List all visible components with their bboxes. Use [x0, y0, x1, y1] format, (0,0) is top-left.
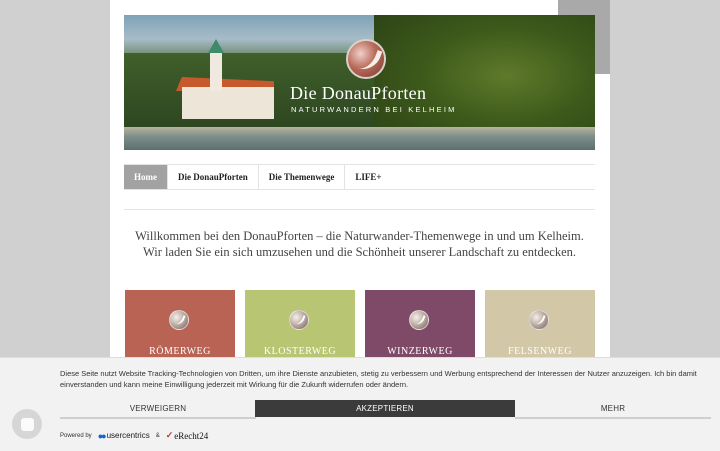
erecht-check-icon: ✓ [165, 430, 174, 440]
tile-label: WINZERWEG [387, 346, 453, 357]
welcome-line-2: Wir laden Sie ein sich umzusehen und die… [142, 244, 577, 259]
tile-label: RÖMERWEG [149, 346, 211, 357]
tower-spire [208, 39, 224, 53]
header-banner[interactable]: Die DonauPforten NATURWANDERN BEI KELHEI… [124, 15, 595, 150]
trail-logo-icon [409, 310, 429, 330]
donaupforten-logo-icon[interactable] [346, 39, 386, 79]
usercentrics-logo[interactable]: ●● usercentrics [98, 431, 150, 441]
welcome-line-1: Willkommen bei den DonauPforten – die Na… [135, 229, 584, 243]
trail-logo-icon [289, 310, 309, 330]
river [124, 127, 595, 150]
site-subtitle: NATURWANDERN BEI KELHEIM [291, 105, 457, 114]
erecht24-logo[interactable]: ✓ eRecht24 [166, 430, 209, 441]
deny-button[interactable]: VERWEIGERN [60, 400, 256, 419]
nav-item-life-plus[interactable]: LIFE+ [345, 165, 391, 189]
tile-label: FELSENWEG [508, 346, 572, 357]
erecht24-label: eRecht24 [174, 430, 209, 441]
monastery-tower [210, 51, 222, 91]
privacy-settings-button[interactable] [12, 409, 42, 439]
welcome-text: Willkommen bei den DonauPforten – die Na… [124, 229, 595, 260]
nav-item-die-donaupforten[interactable]: Die DonauPforten [168, 165, 259, 189]
nav-item-die-themenwege[interactable]: Die Themenwege [259, 165, 346, 189]
usercentrics-dots-icon: ●● [97, 430, 107, 441]
trail-logo-icon [169, 310, 189, 330]
nav-item-home[interactable]: Home [124, 165, 168, 189]
more-button[interactable]: MEHR [515, 400, 711, 419]
fingerprint-icon [20, 417, 34, 431]
accept-button[interactable]: AKZEPTIEREN [255, 400, 515, 417]
cookie-consent-text: Diese Seite nutzt Website Tracking-Techn… [60, 369, 697, 389]
monastery-building [182, 87, 274, 119]
site-title[interactable]: Die DonauPforten [290, 83, 426, 104]
main-nav: Home Die DonauPforten Die Themenwege LIF… [124, 164, 595, 190]
powered-by-label: Powered by [60, 432, 92, 439]
powered-by: Powered by ●● usercentrics & ✓ eRecht24 [60, 430, 208, 441]
cookie-banner: Diese Seite nutzt Website Tracking-Techn… [0, 357, 720, 451]
trail-logo-icon [529, 310, 549, 330]
tile-label: KLOSTERWEG [263, 346, 337, 357]
divider [124, 209, 595, 210]
ampersand: & [155, 432, 160, 439]
usercentrics-label: usercentrics [106, 431, 150, 440]
